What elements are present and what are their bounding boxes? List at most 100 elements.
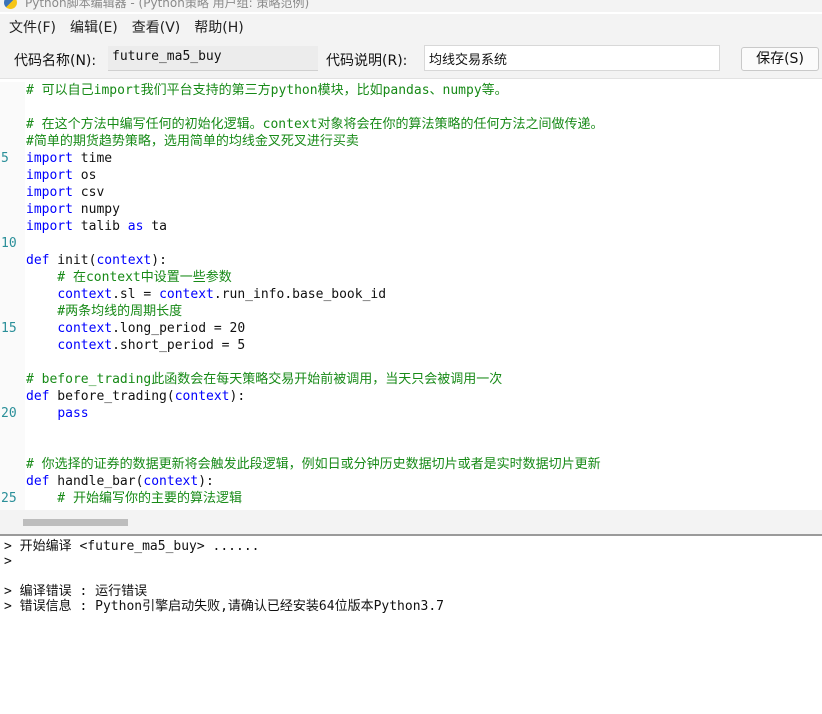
code-line[interactable]: # 在context中设置一些参数 [26,269,822,286]
menu-file[interactable]: 文件(F) [2,17,63,37]
line-number [0,303,25,320]
code-token-kw: def [26,474,50,489]
code-token-plain: csv [72,185,105,200]
code-token-ctx: context [57,338,113,353]
line-number: 10 [1,236,17,251]
menu-bar: 文件(F) 编辑(E) 查看(V) 帮助(H) [0,14,822,40]
code-line[interactable]: # 可以自己import我们平台支持的第三方python模块，比如pandas、… [26,82,822,99]
code-token-comment: #简单的期货趋势策略，选用简单的均线金叉死叉进行买卖 [26,134,359,149]
code-line[interactable]: context.sl = context.run_info.base_book_… [26,286,822,303]
code-line[interactable]: import os [26,167,822,184]
code-token-kw: def [26,389,50,404]
code-line[interactable]: context.short_period = 5 [26,337,822,354]
line-number [0,388,25,405]
line-number [0,167,25,184]
horizontal-scrollbar[interactable] [0,510,822,534]
code-line[interactable] [26,354,822,371]
code-line[interactable]: #简单的期货趋势策略，选用简单的均线金叉死叉进行买卖 [26,133,822,150]
line-number: 20 [1,406,17,421]
code-line[interactable]: #两条均线的周期长度 [26,303,822,320]
code-token-kw: def [26,253,50,268]
menu-help[interactable]: 帮助(H) [187,17,250,37]
console-line: > 开始编译 <future_ma5_buy> ...... [4,539,260,554]
scrollbar-thumb[interactable] [23,519,128,526]
line-number [0,252,25,269]
code-token-plain: time [72,151,113,166]
code-line[interactable]: # before_trading此函数会在每天策略交易开始前被调用，当天只会被调… [26,371,822,388]
line-number [0,456,25,473]
menu-edit[interactable]: 编辑(E) [63,17,125,37]
code-token-comment: # 在context中设置一些参数 [26,270,232,285]
code-line[interactable]: # 在这个方法中编写任何的初始化逻辑。context对象将会在你的算法策略的任何… [26,116,822,133]
code-line[interactable]: import numpy [26,201,822,218]
code-line[interactable]: import csv [26,184,822,201]
line-number [0,371,25,388]
code-name-label: 代码名称(N): [14,53,97,69]
code-token-ctx: context [57,287,113,302]
code-token-comment: # 在这个方法中编写任何的初始化逻辑。context对象将会在你的算法策略的任何… [26,117,604,132]
code-token-plain: numpy [72,202,120,217]
window-title: Python脚本编辑器 - (Python策略 用户组: 策略范例) [25,0,310,10]
code-token-ctx: context [159,287,214,302]
code-line[interactable]: import talib as ta [26,218,822,235]
code-token-plain: ): [151,253,167,268]
line-number [0,201,25,218]
code-token-comment: # 开始编写你的主要的算法逻辑 [26,491,242,506]
toolbar: 代码名称(N): future_ma5_buy 代码说明(R): 均线交易系统 … [0,40,822,79]
code-line[interactable] [26,99,822,116]
code-line[interactable] [26,422,822,439]
code-token-kw: import [26,168,73,183]
console-line: > 编译错误 : 运行错误 [4,584,148,599]
code-token-kw: pass [57,406,89,421]
code-line[interactable]: def before_trading(context): [26,388,822,405]
code-line[interactable]: def init(context): [26,252,822,269]
line-number [0,133,25,150]
code-line[interactable]: context.long_period = 20 [26,320,822,337]
code-token-plain: .short_period = 5 [112,338,246,353]
code-token-plain: ): [229,389,246,404]
code-line[interactable] [26,235,822,252]
code-line[interactable]: import time [26,150,822,167]
menu-view[interactable]: 查看(V) [125,17,188,37]
code-desc-label: 代码说明(R): [326,53,408,69]
code-token-plain: before_trading( [49,389,175,404]
code-desc-field[interactable]: 均线交易系统 [424,45,720,71]
code-name-field[interactable]: future_ma5_buy [108,46,318,71]
pane-splitter[interactable] [0,534,822,536]
code-token-kw: as [127,219,144,234]
line-number [0,116,25,133]
code-token-plain: os [72,168,97,183]
code-token-kw: import [26,185,73,200]
code-token-plain: talib [72,219,128,234]
line-number [0,286,25,303]
line-number [0,99,25,116]
code-token-plain: ): [198,474,214,489]
code-token-kw: import [26,219,73,234]
code-token-comment: # before_trading此函数会在每天策略交易开始前被调用，当天只会被调… [26,372,503,387]
line-number [0,82,25,99]
code-line[interactable]: # 开始编写你的主要的算法逻辑 [26,490,822,507]
line-number [0,473,25,490]
line-number [0,269,25,286]
code-line[interactable] [26,439,822,456]
code-token-ctx: context [143,474,199,489]
line-number [0,184,25,201]
code-editor[interactable]: 5 10 15 20 25 # 可以自己import我们平台支持的第三方python模块… [0,82,822,510]
code-token-plain: .long_period = 20 [112,321,246,336]
code-token-ctx: context [57,321,113,336]
code-line[interactable]: def handle_bar(context): [26,473,822,490]
code-token-kw: import [26,202,73,217]
line-number [0,422,25,439]
code-line[interactable]: pass [26,405,822,422]
code-area[interactable]: # 可以自己import我们平台支持的第三方python模块，比如pandas、… [26,82,822,507]
save-button[interactable]: 保存(S) [741,47,819,71]
code-token-plain: .sl = [112,287,160,302]
line-number: 15 [1,321,17,336]
line-number [0,337,25,354]
code-line[interactable]: # 你选择的证券的数据更新将会触发此段逻辑，例如日或分钟历史数据切片或者是实时数… [26,456,822,473]
